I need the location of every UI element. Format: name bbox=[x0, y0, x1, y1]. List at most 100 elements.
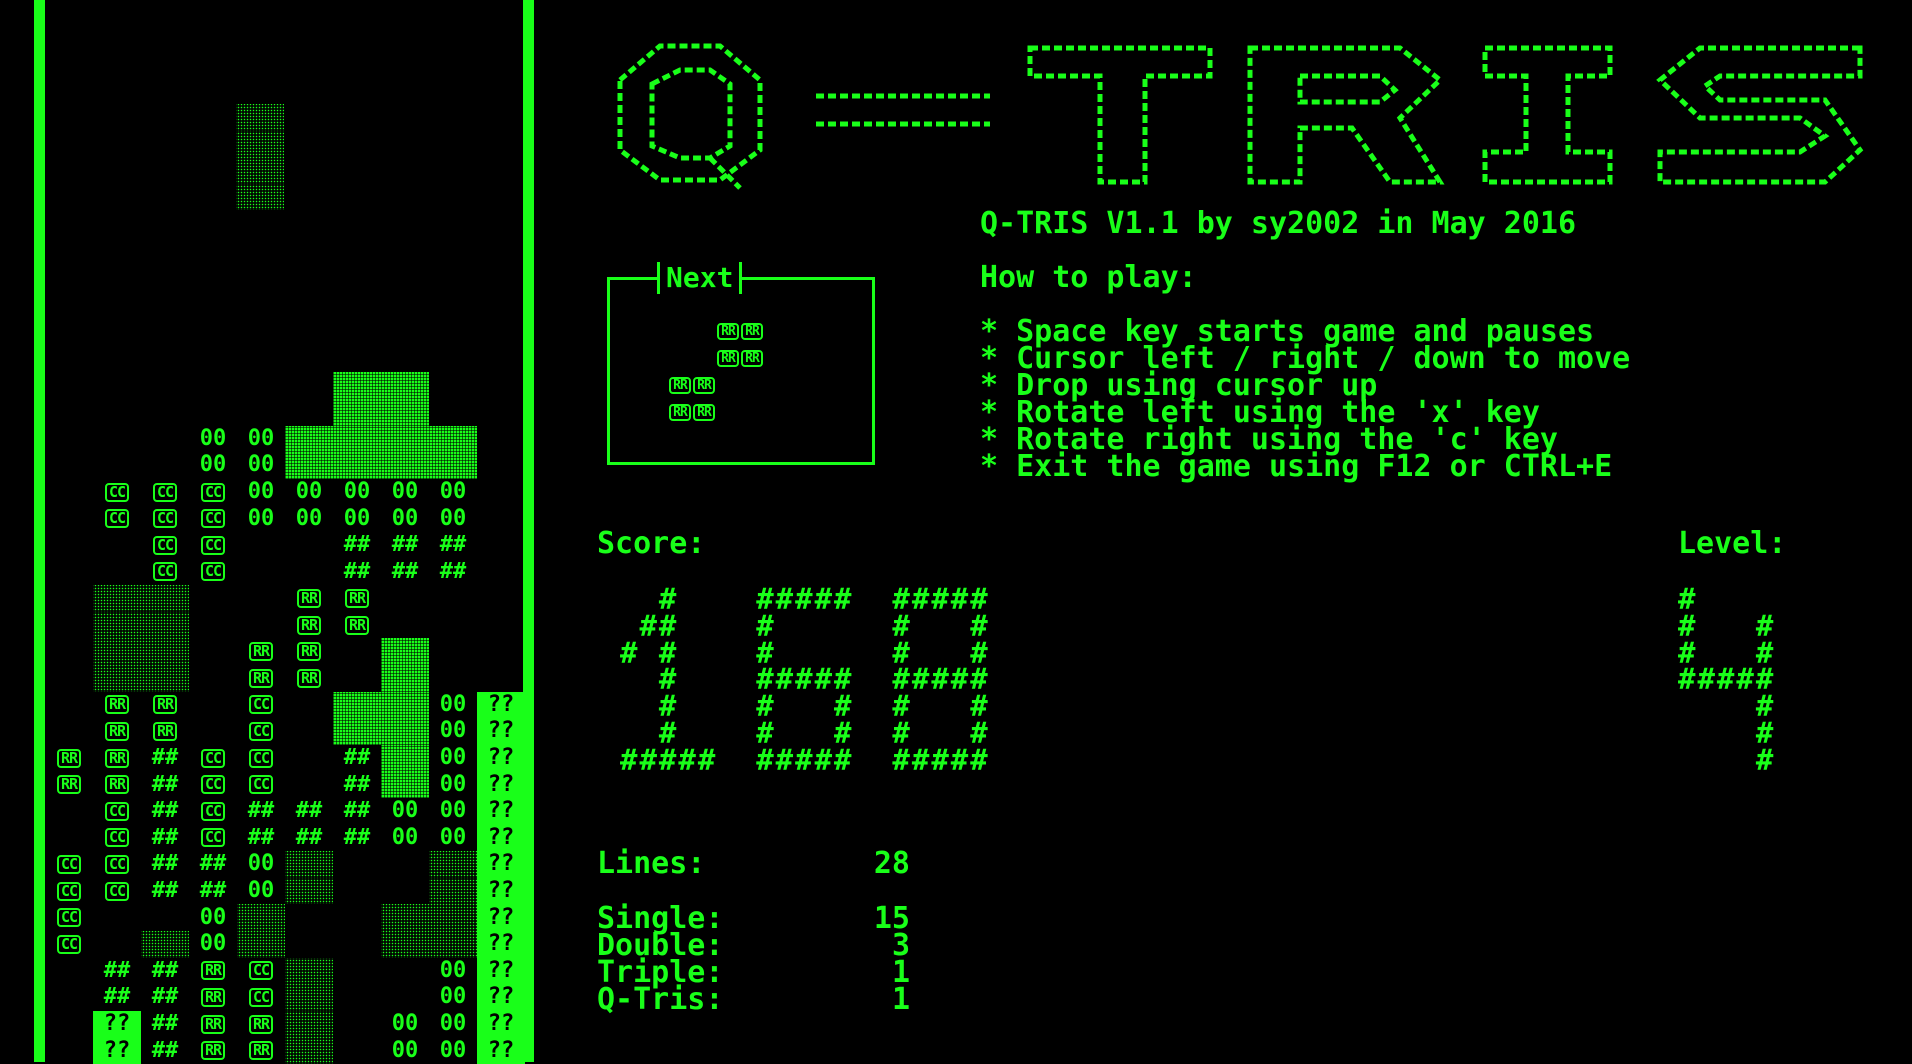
shaded-block bbox=[381, 638, 429, 665]
stat-label: Lines: bbox=[597, 846, 706, 881]
question-block: ?? bbox=[477, 771, 525, 798]
question-block: ?? bbox=[477, 851, 525, 878]
hash-block: ## bbox=[295, 824, 323, 850]
hash-block: ## bbox=[151, 984, 179, 1010]
hash-block: ## bbox=[151, 771, 179, 797]
question-block: ?? bbox=[477, 904, 525, 931]
shaded-block bbox=[333, 372, 381, 399]
r-block: RR bbox=[189, 984, 237, 1011]
r-block: RR bbox=[93, 745, 141, 772]
zero-block: 00 bbox=[391, 479, 419, 505]
hash-block: ## bbox=[343, 798, 371, 824]
next-piece-block: RR bbox=[668, 372, 692, 399]
dotted-block bbox=[93, 611, 141, 639]
next-piece-block: RR bbox=[692, 372, 716, 399]
dotted-block bbox=[285, 877, 333, 905]
shaded-block bbox=[381, 744, 429, 772]
zero-block: 00 bbox=[343, 479, 371, 505]
c-block: CC bbox=[93, 851, 141, 878]
question-block: ?? bbox=[477, 984, 525, 1011]
r-block: RR bbox=[141, 692, 189, 719]
c-block: CC bbox=[189, 745, 237, 772]
credit-line: Q-TRIS V1.1 by sy2002 in May 2016 bbox=[980, 206, 1577, 241]
question-block: ?? bbox=[477, 931, 525, 958]
shaded-block bbox=[285, 425, 333, 453]
hash-block: ## bbox=[247, 824, 275, 850]
r-block: RR bbox=[333, 612, 381, 639]
zero-block: 00 bbox=[439, 798, 467, 824]
next-piece-block: RR bbox=[716, 318, 740, 345]
question-block: ?? bbox=[477, 957, 525, 985]
zero-block: 00 bbox=[247, 479, 275, 505]
zero-block: 00 bbox=[343, 505, 371, 531]
r-block: RR bbox=[93, 771, 141, 798]
hash-block: ## bbox=[151, 851, 179, 877]
dotted-block bbox=[429, 877, 477, 905]
c-block: CC bbox=[189, 559, 237, 586]
zero-block: 00 bbox=[439, 824, 467, 850]
level-label: Level: bbox=[1678, 526, 1787, 561]
zero-block: 00 bbox=[199, 931, 227, 957]
hash-block: ## bbox=[391, 532, 419, 558]
shaded-block bbox=[381, 425, 429, 453]
r-block: RR bbox=[189, 958, 237, 985]
dotted-block bbox=[381, 904, 429, 931]
zero-block: 00 bbox=[439, 984, 467, 1010]
hash-block: ## bbox=[439, 558, 467, 584]
c-block: CC bbox=[189, 532, 237, 559]
shaded-block bbox=[381, 718, 429, 745]
zero-block: 00 bbox=[247, 452, 275, 478]
zero-block: 00 bbox=[439, 691, 467, 717]
zero-block: 00 bbox=[439, 479, 467, 505]
hash-block: ## bbox=[343, 558, 371, 584]
r-block: RR bbox=[333, 585, 381, 612]
c-block: CC bbox=[45, 904, 93, 931]
dotted-block bbox=[141, 931, 189, 958]
falling-piece-block bbox=[236, 104, 284, 131]
r-block: RR bbox=[237, 1037, 285, 1064]
question-block: ?? bbox=[477, 718, 525, 745]
dotted-block bbox=[429, 931, 477, 958]
stat-label: Q-Tris: bbox=[597, 982, 724, 1017]
r-block: RR bbox=[285, 585, 333, 612]
shaded-block bbox=[381, 372, 429, 399]
zero-block: 00 bbox=[295, 479, 323, 505]
shaded-block bbox=[381, 665, 429, 692]
zero-block: 00 bbox=[439, 1011, 467, 1037]
zero-block: 00 bbox=[199, 904, 227, 930]
r-block: RR bbox=[285, 612, 333, 639]
c-block: CC bbox=[141, 559, 189, 586]
dotted-block bbox=[285, 1010, 333, 1038]
zero-block: 00 bbox=[247, 505, 275, 531]
next-piece-block: RR bbox=[740, 318, 764, 345]
zero-block: 00 bbox=[439, 745, 467, 771]
zero-block: 00 bbox=[391, 1011, 419, 1037]
dotted-block bbox=[93, 665, 141, 692]
zero-block: 00 bbox=[439, 957, 467, 983]
hash-block: ## bbox=[199, 878, 227, 904]
next-piece-block: RR bbox=[668, 399, 692, 426]
shaded-block bbox=[333, 691, 381, 719]
shaded-block bbox=[381, 771, 429, 798]
c-block: CC bbox=[141, 479, 189, 506]
next-piece-block: RR bbox=[692, 399, 716, 426]
hash-block: ## bbox=[151, 957, 179, 983]
r-block: RR bbox=[141, 718, 189, 745]
zero-block: 00 bbox=[247, 851, 275, 877]
zero-block: 00 bbox=[247, 878, 275, 904]
shaded-block bbox=[333, 718, 381, 745]
r-block: RR bbox=[237, 638, 285, 665]
c-block: CC bbox=[237, 984, 285, 1011]
howto-heading: How to play: bbox=[980, 260, 1197, 295]
next-piece-block: RR bbox=[716, 345, 740, 372]
hash-block: ## bbox=[103, 984, 131, 1010]
r-block: RR bbox=[189, 1037, 237, 1064]
c-block: CC bbox=[93, 825, 141, 852]
zero-block: 00 bbox=[391, 1037, 419, 1063]
shaded-block bbox=[333, 399, 381, 426]
dotted-block bbox=[141, 665, 189, 692]
hash-block: ## bbox=[295, 798, 323, 824]
c-block: CC bbox=[237, 718, 285, 745]
c-block: CC bbox=[141, 532, 189, 559]
shaded-block bbox=[333, 452, 381, 479]
